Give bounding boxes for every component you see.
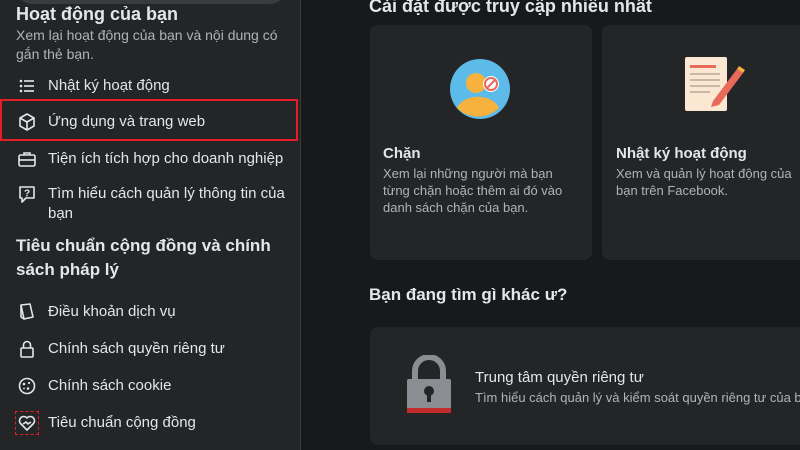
card-desc: Xem và quản lý hoạt động của bạn trên Fa… xyxy=(616,166,792,198)
svg-text:?: ? xyxy=(24,189,30,200)
card-blocking[interactable]: Chặn Xem lại những người mà bạn từng chặ… xyxy=(370,25,592,260)
blocked-user-icon xyxy=(449,58,511,125)
sidebar: Hoạt động của bạn Xem lại hoạt động của … xyxy=(0,0,301,450)
sidebar-item-business-integrations[interactable]: Tiện ích tích hợp cho doanh nghiệp xyxy=(4,148,296,170)
sidebar-item-apps-websites[interactable]: Ứng dụng và trang web xyxy=(4,111,296,133)
list-icon xyxy=(16,75,38,97)
sidebar-item-activity-log[interactable]: Nhật ký hoạt động xyxy=(4,75,296,97)
sidebar-item-privacy-policy[interactable]: Chính sách quyền riêng tư xyxy=(4,338,296,360)
sidebar-item-label: Tìm hiểu cách quản lý thông tin của bạn xyxy=(48,185,285,222)
heart-hands-icon xyxy=(15,411,39,435)
privacy-center-card[interactable]: Trung tâm quyền riêng tư Tìm hiểu cách q… xyxy=(370,327,800,445)
sidebar-item-cookie-policy[interactable]: Chính sách cookie xyxy=(4,375,296,397)
sidebar-item-label: Tiêu chuẩn cộng đồng xyxy=(48,414,196,431)
padlock-icon xyxy=(405,354,453,420)
card-activity-log[interactable]: Nhật ký hoạt động Xem và quản lý hoạt độ… xyxy=(602,25,800,260)
card-title: Nhật ký hoạt động xyxy=(616,145,747,162)
sidebar-item-terms[interactable]: Điều khoản dịch vụ xyxy=(4,301,296,323)
privacy-center-title: Trung tâm quyền riêng tư xyxy=(475,369,644,386)
activity-section-desc: Xem lại hoạt động của bạn và nội dung có… xyxy=(16,27,278,62)
divider-gap xyxy=(301,0,327,450)
sidebar-item-community-standards[interactable]: Tiêu chuẩn cộng đồng xyxy=(4,411,296,435)
card-desc: Xem lại những người mà bạn từng chặn hoặ… xyxy=(383,166,563,215)
policy-section-title: Tiêu chuẩn cộng đồng và chính sách pháp … xyxy=(16,236,271,279)
sidebar-item-label: Nhật ký hoạt động xyxy=(48,77,170,94)
other-section-title: Bạn đang tìm gì khác ư? xyxy=(369,285,568,304)
privacy-center-desc: Tìm hiểu cách quản lý và kiểm soát quyền… xyxy=(475,390,800,405)
sidebar-item-label: Điều khoản dịch vụ xyxy=(48,303,176,320)
sidebar-item-label: Tiện ích tích hợp cho doanh nghiệp xyxy=(48,150,284,167)
most-visited-title: Cài đặt được truy cập nhiều nhất xyxy=(369,0,652,16)
book-icon xyxy=(16,301,38,323)
question-bubble-icon: ? xyxy=(16,183,38,205)
sidebar-item-label: Chính sách cookie xyxy=(48,377,172,394)
activity-section-title: Hoạt động của bạn xyxy=(16,4,178,24)
sidebar-item-label: Chính sách quyền riêng tư xyxy=(48,340,225,357)
card-title: Chặn xyxy=(383,145,421,162)
lock-icon xyxy=(16,338,38,360)
document-pen-icon xyxy=(677,51,747,122)
briefcase-icon xyxy=(16,148,38,170)
cube-icon xyxy=(16,111,38,133)
sidebar-item-label: Ứng dụng và trang web xyxy=(48,113,206,130)
cookie-icon xyxy=(16,375,38,397)
main-panel: Cài đặt được truy cập nhiều nhất Chặn Xe… xyxy=(327,0,800,450)
sidebar-item-manage-info[interactable]: ? Tìm hiểu cách quản lý thông tin của bạ… xyxy=(4,183,296,224)
